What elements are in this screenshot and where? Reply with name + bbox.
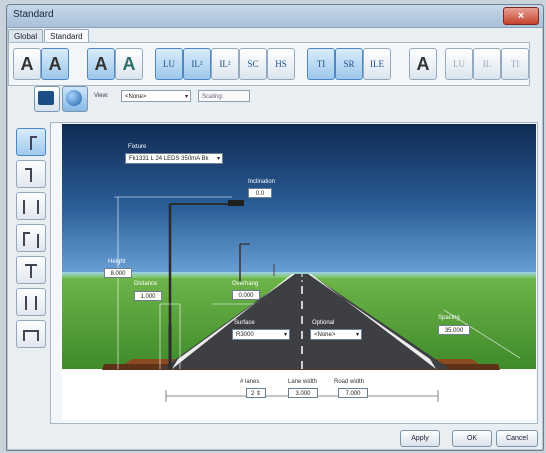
pole-icon xyxy=(30,168,32,182)
street-scene[interactable]: Fixture Fk1331 L 24 LEDS 350mA Bk ▾ Incli… xyxy=(62,124,536,420)
toolbar-button-ti[interactable]: TI xyxy=(307,48,335,80)
luminaire-head xyxy=(228,200,244,206)
height-input[interactable]: 8.000 xyxy=(104,268,132,278)
height-label: Height xyxy=(108,259,126,265)
chevron-down-icon: ▾ xyxy=(355,332,359,338)
distance-input[interactable]: 1.000 xyxy=(134,291,162,301)
lanes-stepper[interactable]: 2 ⇕ xyxy=(246,388,266,398)
toolbar-button-a3[interactable]: A xyxy=(87,48,115,80)
optional-select[interactable]: <None> ▾ xyxy=(310,329,362,340)
scaling-field[interactable]: Scaling: xyxy=(198,90,250,102)
toolbar-button-il2-a[interactable]: IL² xyxy=(183,48,211,80)
view-select[interactable]: <None> ▾ xyxy=(121,90,191,102)
cancel-button[interactable]: Cancel xyxy=(496,430,538,447)
toolbar-button-sc[interactable]: SC xyxy=(239,48,267,80)
tab-standard[interactable]: Standard xyxy=(44,29,89,43)
surface-select[interactable]: R3000 ▾ xyxy=(232,329,290,340)
arrangement-twin-center-button[interactable] xyxy=(16,256,46,284)
surface-label: Surface xyxy=(234,320,255,326)
toolbar-button-a1[interactable]: A xyxy=(13,48,41,80)
lanes-label: # lanes xyxy=(240,379,260,385)
inclination-input[interactable]: 0.0 xyxy=(248,188,272,198)
overhang-label: Overhang xyxy=(232,281,259,287)
pole-icon xyxy=(30,136,32,150)
chevron-down-icon: ▾ xyxy=(216,156,220,162)
window-title: Standard xyxy=(13,9,54,20)
toolbar-button-lu[interactable]: LU xyxy=(155,48,183,80)
calculation-toolbar: A A A A LU IL² IL² SC HS TI SR ILE A LU … xyxy=(8,42,530,86)
pole-icon xyxy=(25,296,27,310)
arrangement-single-left-button[interactable] xyxy=(16,128,46,156)
fixture-label: Fixture xyxy=(128,144,147,150)
toolbar-button-sr[interactable]: SR xyxy=(335,48,363,80)
optional-label: Optional xyxy=(312,320,335,326)
distance-label: Distance xyxy=(134,281,158,287)
toolbar-button-a5[interactable]: A xyxy=(409,48,437,80)
arrangement-catenary-button[interactable] xyxy=(16,320,46,348)
toolbar-button-a2[interactable]: A xyxy=(41,48,69,80)
chevron-down-icon: ▾ xyxy=(184,94,188,100)
lane-width-input[interactable]: 3.000 xyxy=(288,388,318,398)
globe-view-button[interactable] xyxy=(62,86,88,112)
road-surface xyxy=(162,274,450,369)
chevron-down-icon: ▾ xyxy=(283,332,287,338)
overhang-input[interactable]: 0.000 xyxy=(232,290,260,300)
toolbar-button-a4[interactable]: A xyxy=(115,48,143,80)
road-width-label: Road width xyxy=(334,379,365,385)
apply-button[interactable]: Apply xyxy=(400,430,440,447)
toolbar-button-ti-dim[interactable]: TI xyxy=(501,48,529,80)
road-width-value: 7.000 xyxy=(338,388,368,398)
monitor-icon xyxy=(38,91,54,105)
view-label: View: xyxy=(94,93,109,99)
toolbar-button-il2-b[interactable]: IL² xyxy=(211,48,239,80)
ok-button[interactable]: OK xyxy=(452,430,492,447)
globe-icon xyxy=(66,90,82,106)
monitor-view-button[interactable] xyxy=(34,86,60,112)
tab-strip: Global Standard xyxy=(8,26,90,43)
toolbar-button-il-dim[interactable]: IL xyxy=(473,48,501,80)
spacing-label: Spacing xyxy=(438,315,460,321)
title-bar: Standard × xyxy=(7,5,543,28)
arrangement-staggered-button[interactable] xyxy=(16,224,46,252)
arrangement-sidebar xyxy=(12,118,48,418)
arrangement-opposite-button[interactable] xyxy=(16,192,46,220)
lane-width-label: Lane width xyxy=(288,379,318,385)
toolbar-button-ile[interactable]: ILE xyxy=(363,48,391,80)
fixture-select[interactable]: Fk1331 L 24 LEDS 350mA Bk ▾ xyxy=(125,153,223,164)
view-row: View: <None> ▾ Scaling: xyxy=(8,86,528,114)
toolbar-button-hs[interactable]: HS xyxy=(267,48,295,80)
pole-icon xyxy=(23,200,25,214)
tab-global[interactable]: Global xyxy=(8,29,44,43)
pole-icon xyxy=(23,331,25,341)
pole-icon xyxy=(30,264,32,278)
spacing-input[interactable]: 35.000 xyxy=(438,325,470,335)
close-button[interactable]: × xyxy=(503,7,539,25)
road-diagram xyxy=(102,196,521,402)
inclination-label: Inclination xyxy=(248,179,276,185)
arrangement-median-button[interactable] xyxy=(16,288,46,316)
pole-icon xyxy=(23,232,25,246)
toolbar-button-lu-dim[interactable]: LU xyxy=(445,48,473,80)
arrangement-single-right-button[interactable] xyxy=(16,160,46,188)
